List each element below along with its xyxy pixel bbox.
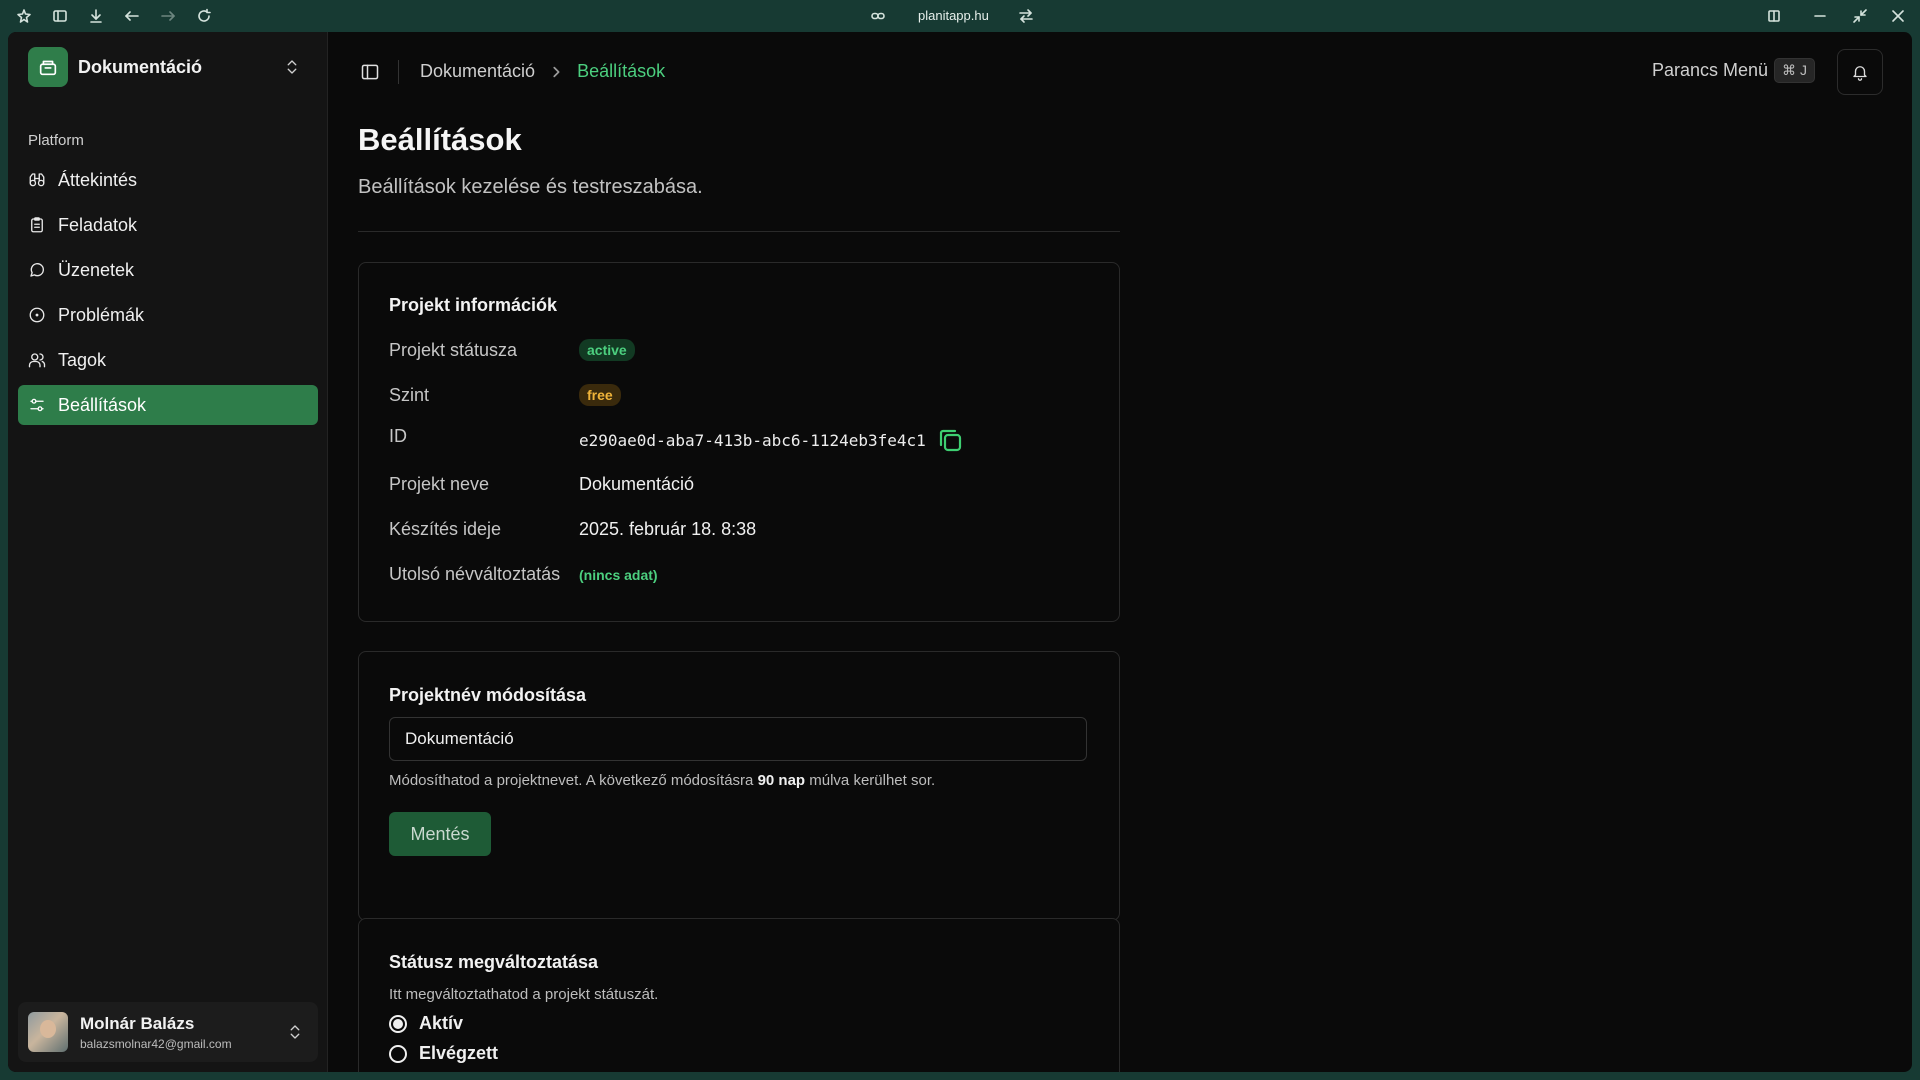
created-date: 2025. február 18. 8:38 (579, 519, 757, 539)
info-label: Készítés ideje (389, 519, 502, 539)
rename-help-text: Módosíthatod a projektnevet. A következő… (389, 772, 936, 789)
chevrons-up-down-icon (286, 1023, 304, 1041)
info-label: Utolsó névváltoztatás (389, 564, 561, 584)
main-content: Dokumentáció Beállítások Parancs Menü ⌘ … (328, 32, 1912, 1072)
users-icon (28, 353, 46, 368)
sidebar-item-label: Tagok (58, 349, 107, 370)
app-window: Dokumentáció Platform Áttekintés Feladat… (8, 32, 1912, 1072)
breadcrumb-current: Beállítások (577, 61, 666, 81)
project-logo-icon (28, 47, 68, 87)
download-icon[interactable] (88, 8, 104, 24)
radio-option-aktiv[interactable]: Aktív (389, 1013, 463, 1034)
radio-option-elvegzett[interactable]: Elvégzett (389, 1043, 498, 1064)
bell-icon (1853, 66, 1867, 81)
sidebar-item-feladatok[interactable]: Feladatok (18, 205, 318, 245)
project-name-value: Dokumentáció (579, 474, 695, 494)
sidebar-item-label: Üzenetek (58, 259, 135, 280)
user-menu[interactable]: Molnár Balázs balazsmolnar42@gmail.com (18, 1002, 318, 1062)
sidebar-item-label: Problémák (58, 304, 145, 325)
project-name: Dokumentáció (78, 56, 203, 77)
forward-icon[interactable] (160, 8, 176, 24)
close-icon[interactable] (1890, 8, 1906, 24)
clipboard-icon (31, 217, 43, 233)
notifications-button[interactable] (1837, 49, 1883, 95)
command-menu-button[interactable]: Parancs Menü ⌘ J (1652, 58, 1815, 83)
project-name-input[interactable] (389, 717, 1087, 761)
project-switcher[interactable]: Dokumentáció (20, 42, 315, 92)
status-badge: active (579, 339, 635, 361)
info-row-status: Projekt státusza active (389, 339, 635, 361)
page-subtitle: Beállítások kezelése és testreszabása. (358, 176, 703, 198)
copy-icon[interactable] (936, 426, 964, 454)
chevron-right-icon (549, 65, 563, 79)
link-icon[interactable] (870, 8, 886, 24)
info-label: Projekt neve (389, 474, 490, 494)
info-label: Szint (389, 384, 430, 405)
info-row-tier: Szint free (389, 384, 621, 406)
info-row-name: Projekt neve Dokumentáció (389, 474, 694, 495)
browser-logo-icon[interactable] (16, 8, 32, 24)
sidebar: Dokumentáció Platform Áttekintés Feladat… (8, 32, 328, 1072)
no-data-value: (nincs adat) (579, 566, 658, 583)
message-circle-icon (30, 262, 45, 277)
swap-icon[interactable] (1018, 8, 1034, 24)
tier-badge: free (579, 384, 621, 406)
info-row-created: Készítés ideje 2025. február 18. 8:38 (389, 519, 756, 540)
sidebar-item-attekintes[interactable]: Áttekintés (18, 160, 318, 200)
radio-button[interactable] (389, 1014, 407, 1033)
binoculars-icon (29, 173, 45, 187)
sidebar-item-label: Áttekintés (58, 169, 138, 190)
radio-label: Elvégzett (419, 1043, 499, 1063)
keyboard-shortcut: ⌘ J (1774, 58, 1815, 83)
sidebar-item-label: Feladatok (58, 214, 138, 235)
page-title: Beállítások (358, 122, 522, 157)
minimize-icon[interactable] (1812, 8, 1828, 24)
reload-icon[interactable] (196, 8, 212, 24)
restore-icon[interactable] (1852, 8, 1868, 24)
info-row-id: ID e290ae0d-aba7-413b-abc6-1124eb3fe4c1 (389, 426, 964, 454)
info-label: ID (389, 426, 407, 446)
info-row-renamed: Utolsó névváltoztatás (nincs adat) (389, 564, 658, 585)
sidebar-item-label: Beállítások (58, 394, 147, 415)
card-title: Státusz megváltoztatása (389, 952, 599, 972)
sidebar-item-beallitasok[interactable]: Beállítások (18, 385, 318, 425)
save-button[interactable]: Mentés (389, 812, 491, 856)
user-name: Molnár Balázs (80, 1013, 195, 1033)
panel-toggle-icon[interactable] (360, 62, 382, 84)
split-view-icon[interactable] (1766, 8, 1782, 24)
sidebar-nav: Áttekintés Feladatok Üzenetek Problémák … (18, 160, 318, 430)
sidebar-item-problemak[interactable]: Problémák (18, 295, 318, 335)
info-label: Projekt státusza (389, 339, 518, 360)
browser-toolbar: planitapp.hu (0, 0, 1920, 32)
divider (398, 60, 399, 84)
back-icon[interactable] (124, 8, 140, 24)
settings-sliders-icon (30, 398, 44, 412)
address-bar-url[interactable]: planitapp.hu (918, 8, 989, 23)
breadcrumb: Dokumentáció Beállítások (420, 61, 665, 82)
sidebar-toggle-icon[interactable] (52, 8, 68, 24)
project-id: e290ae0d-aba7-413b-abc6-1124eb3fe4c1 (579, 430, 926, 450)
card-title: Projekt információk (389, 295, 558, 315)
radio-label: Aktív (419, 1013, 464, 1033)
radio-button[interactable] (389, 1044, 407, 1063)
nav-section-label: Platform (28, 132, 84, 149)
sidebar-item-uzenetek[interactable]: Üzenetek (18, 250, 318, 290)
user-email: balazsmolnar42@gmail.com (80, 1036, 232, 1051)
sidebar-item-tagok[interactable]: Tagok (18, 340, 318, 380)
status-change-card: Státusz megváltoztatása Itt megváltoztat… (358, 918, 1120, 1072)
header: Dokumentáció Beállítások Parancs Menü ⌘ … (328, 32, 1912, 112)
chevrons-up-down-icon (283, 58, 301, 76)
command-menu-label: Parancs Menü (1652, 60, 1769, 80)
card-title: Projektnév módosítása (389, 685, 587, 705)
avatar (28, 1012, 68, 1052)
alert-circle-icon (29, 307, 45, 323)
rename-card: Projektnév módosítása Módosíthatod a pro… (358, 651, 1120, 921)
project-info-card: Projekt információk Projekt státusza act… (358, 262, 1120, 622)
status-description: Itt megváltoztathatod a projekt státuszá… (389, 986, 659, 1003)
divider (358, 231, 1120, 232)
breadcrumb-link[interactable]: Dokumentáció (420, 61, 535, 82)
